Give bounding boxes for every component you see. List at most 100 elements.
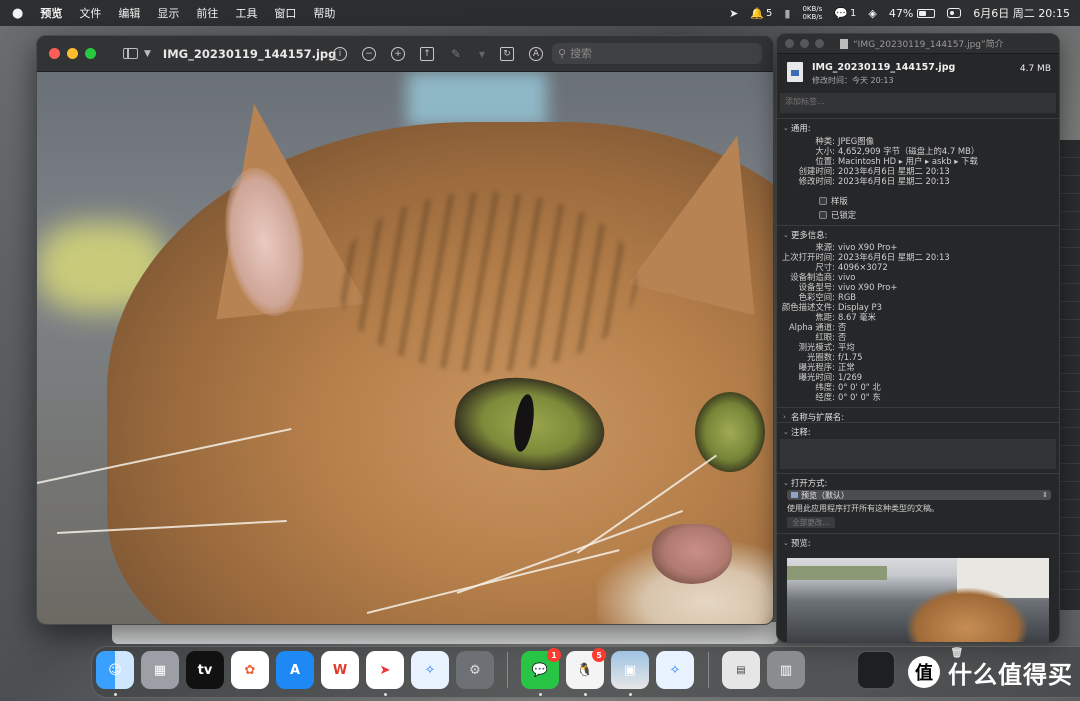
- disclosure-open-icon: ⌄: [783, 428, 789, 436]
- cat-photo[interactable]: [37, 72, 773, 624]
- menu-bar: ● 预览 文件 编辑 显示 前往 工具 窗口 帮助 ➤ 🔔 5 ▮ 0KB/s 0…: [0, 0, 1080, 26]
- launchpad-icon[interactable]: ▦: [141, 651, 179, 689]
- tv-label: tv: [197, 662, 213, 678]
- markup-chevron-icon[interactable]: ▼: [478, 47, 486, 61]
- section-open-with[interactable]: ⌄ 打开方式:: [777, 473, 1059, 488]
- document-stack-icon[interactable]: ▤: [722, 651, 760, 689]
- more-info-key: 颜色描述文件:: [781, 302, 835, 312]
- notification-bell-icon[interactable]: 🔔 5: [750, 7, 772, 20]
- zoom-button[interactable]: [85, 48, 96, 59]
- open-with-select[interactable]: 预览（默认） ⇕: [787, 490, 1051, 500]
- section-more-info[interactable]: ⌄ 更多信息:: [777, 225, 1059, 240]
- tags-field[interactable]: 添加标签…: [780, 93, 1056, 113]
- screenshot-stack-icon[interactable]: ▥: [767, 651, 805, 689]
- zoom-in-icon[interactable]: +: [391, 47, 405, 61]
- preview-thumbnail: [787, 558, 1049, 642]
- sidebar-toggle-icon[interactable]: [123, 48, 138, 59]
- general-row: 创建时间: 2023年6月6日 星期二 20:13: [777, 166, 1059, 176]
- search-field[interactable]: ⚲: [552, 43, 762, 64]
- more-info-rows: 来源: vivo X90 Pro+ 上次打开时间: 2023年6月6日 星期二 20:…: [777, 240, 1059, 402]
- info-modified: 修改时间：今天 20:13: [812, 76, 894, 85]
- stationery-checkbox[interactable]: 样版: [819, 194, 1059, 208]
- apple-menu-icon[interactable]: ●: [12, 6, 23, 21]
- app-store-icon[interactable]: A: [276, 651, 314, 689]
- minimize-button[interactable]: [67, 48, 78, 59]
- safari-tech-icon[interactable]: ✧: [656, 651, 694, 689]
- battery-status[interactable]: 47%: [889, 7, 936, 20]
- change-all-button[interactable]: 全部更改…: [787, 517, 835, 528]
- more-info-value: 否: [838, 322, 847, 332]
- info-zoom-button[interactable]: [815, 39, 824, 48]
- preview-app-dock-icon[interactable]: ▣: [611, 651, 649, 689]
- markup-icon[interactable]: A: [529, 47, 543, 61]
- wps-icon[interactable]: W: [321, 651, 359, 689]
- safari-icon[interactable]: ✧: [411, 651, 449, 689]
- info-header: IMG_20230119_144157.jpg 修改时间：今天 20:13 4.…: [777, 54, 1059, 90]
- minimized-window-icon[interactable]: [812, 651, 850, 689]
- menu-tools[interactable]: 工具: [235, 5, 257, 21]
- info-close-button[interactable]: [785, 39, 794, 48]
- section-more-info-label: 更多信息:: [791, 230, 828, 240]
- more-info-key: 红眼:: [815, 332, 835, 342]
- watermark-text: 什么值得买: [948, 661, 1073, 689]
- share-icon[interactable]: ↑: [420, 47, 434, 61]
- more-info-key: 来源:: [815, 242, 835, 252]
- finder-icon[interactable]: ☺: [96, 651, 134, 689]
- menu-edit[interactable]: 编辑: [118, 5, 140, 21]
- more-info-value: Display P3: [838, 302, 882, 312]
- more-info-key: 测光模式:: [798, 342, 835, 352]
- minimized-window-thumb-icon[interactable]: [857, 651, 895, 689]
- more-info-key: 焦距:: [815, 312, 835, 322]
- preview-window: ▼ IMG_20230119_144157.jpg i − + ↑ ✎ ▼ ↻ …: [36, 35, 774, 625]
- menu-window[interactable]: 窗口: [274, 5, 296, 21]
- more-info-value: 平均: [838, 342, 855, 352]
- feather-icon[interactable]: ➤: [729, 7, 738, 20]
- search-input[interactable]: [570, 47, 741, 60]
- system-settings-icon[interactable]: ⚙: [456, 651, 494, 689]
- menu-file[interactable]: 文件: [79, 5, 101, 21]
- more-info-value: f/1.75: [838, 352, 863, 362]
- more-info-key: 曝光程序:: [798, 362, 835, 372]
- network-speed: 0KB/s 0KB/s: [802, 5, 822, 21]
- control-center-icon[interactable]: [947, 8, 962, 18]
- disclosure-open-icon: ⌄: [783, 231, 789, 239]
- stationery-label: 样版: [831, 196, 848, 206]
- more-info-row: 测光模式: 平均: [777, 342, 1059, 352]
- menu-help[interactable]: 帮助: [313, 5, 335, 21]
- open-with-app: 预览（默认）: [801, 490, 849, 500]
- rotate-icon[interactable]: ↻: [500, 47, 514, 61]
- close-button[interactable]: [49, 48, 60, 59]
- trash-status-icon[interactable]: ▮: [784, 7, 790, 20]
- section-general[interactable]: ⌄ 通用:: [777, 118, 1059, 133]
- comments-textarea[interactable]: [780, 439, 1056, 469]
- updown-chevron-icon: ⇕: [1042, 491, 1048, 499]
- chevron-down-icon[interactable]: ▼: [144, 49, 151, 59]
- qq-badge: 5: [592, 648, 606, 662]
- section-preview[interactable]: ⌄ 预览:: [777, 533, 1059, 548]
- background-window-bottom: [112, 622, 778, 644]
- section-open-with-label: 打开方式:: [791, 478, 828, 488]
- section-name-extension[interactable]: › 名称与扩展名:: [777, 407, 1059, 422]
- trash-icon[interactable]: 🗑: [942, 646, 972, 660]
- running-indicator: [584, 693, 587, 696]
- zoom-out-icon[interactable]: −: [362, 47, 376, 61]
- menu-clock[interactable]: 6月6日 周二 20:15: [973, 5, 1070, 21]
- layers-icon[interactable]: ◈: [868, 7, 876, 20]
- markup-pen-icon[interactable]: ✎: [449, 47, 463, 61]
- photos-icon[interactable]: ✿: [231, 651, 269, 689]
- menu-app-preview[interactable]: 预览: [40, 5, 62, 21]
- wechat-status-icon[interactable]: 💬 1: [834, 7, 856, 20]
- apple-tv-icon[interactable]: tv: [186, 651, 224, 689]
- menu-go[interactable]: 前往: [196, 5, 218, 21]
- more-info-key: 经度:: [815, 392, 835, 402]
- section-comments[interactable]: ⌄ 注释:: [777, 422, 1059, 437]
- locked-checkbox[interactable]: 已锁定: [819, 208, 1059, 222]
- section-general-label: 通用:: [791, 123, 811, 133]
- direction-app-icon[interactable]: ➤: [366, 651, 404, 689]
- window-title: IMG_20230119_144157.jpg: [162, 46, 337, 61]
- info-icon[interactable]: i: [333, 47, 347, 61]
- general-value: 2023年6月6日 星期二 20:13: [838, 166, 950, 176]
- info-minimize-button[interactable]: [800, 39, 809, 48]
- menu-view[interactable]: 显示: [157, 5, 179, 21]
- jpeg-file-icon: [787, 62, 803, 82]
